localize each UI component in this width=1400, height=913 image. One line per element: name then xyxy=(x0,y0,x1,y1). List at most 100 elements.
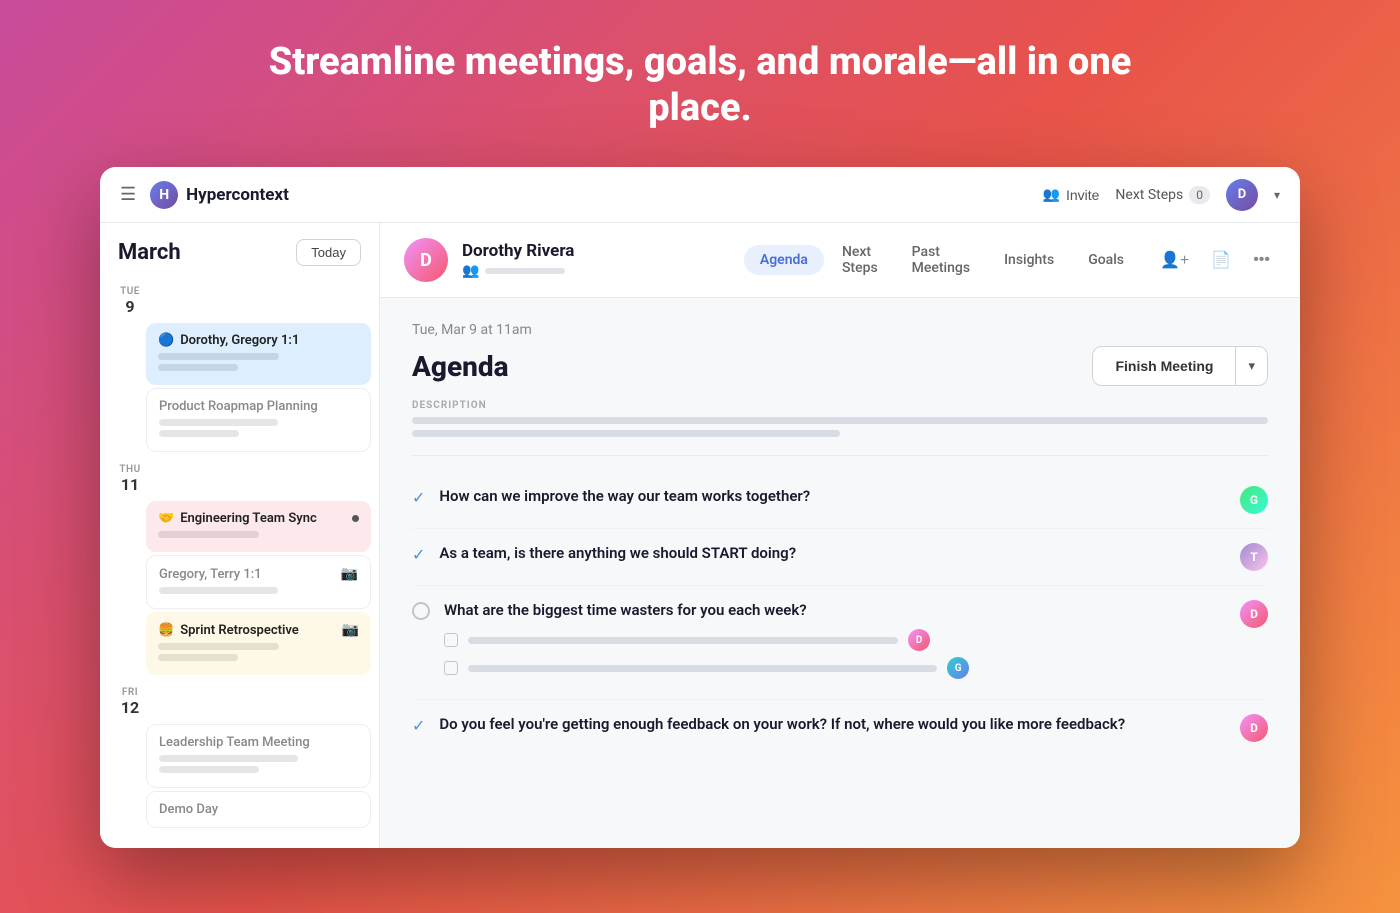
meeting-card-sprint-retro[interactable]: 🍔 Sprint Retrospective 📷 xyxy=(146,612,371,675)
day-header-fri: FRI 12 xyxy=(108,679,371,721)
meeting-emoji: 🤝 xyxy=(158,511,174,526)
more-options-button[interactable]: ••• xyxy=(1247,245,1276,275)
day-number-thu: 11 xyxy=(121,475,139,494)
day-header-thu: THU 11 xyxy=(108,456,371,498)
add-person-button[interactable]: 👤+ xyxy=(1154,244,1195,276)
tab-past-meetings[interactable]: Past Meetings xyxy=(896,237,986,283)
app-window: ☰ H Hypercontext 👥 Invite Next Steps 0 D… xyxy=(100,167,1300,848)
circle-icon-3 xyxy=(412,602,430,620)
sub-skeleton-1 xyxy=(468,637,898,644)
agenda-title: Agenda xyxy=(412,350,509,383)
sidebar: March Today TUE 9 🔵 Dorothy, xyxy=(100,223,380,848)
hamburger-icon[interactable]: ☰ xyxy=(120,184,136,205)
meeting-card-leadership[interactable]: Leadership Team Meeting xyxy=(146,724,371,788)
meeting-avatar: D xyxy=(404,238,448,282)
meeting-card-demo-day[interactable]: Demo Day xyxy=(146,791,371,828)
next-steps-nav[interactable]: Next Steps 0 xyxy=(1115,186,1210,204)
day-number-fri: 12 xyxy=(121,698,139,717)
people-icon: 👥 xyxy=(462,263,479,279)
meeting-person-sub: 👥 xyxy=(462,263,730,279)
sidebar-header: March Today xyxy=(100,223,379,278)
checkbox-1[interactable] xyxy=(444,633,458,647)
video-icon: 📷 xyxy=(342,622,359,638)
user-avatar-nav[interactable]: D xyxy=(1226,179,1258,211)
agenda-question-4[interactable]: Do you feel you're getting enough feedba… xyxy=(439,714,1226,735)
item-avatar-1: G xyxy=(1240,486,1268,514)
next-steps-badge: 0 xyxy=(1189,186,1210,204)
day-header-tue: TUE 9 xyxy=(108,278,371,320)
day-group-fri: FRI 12 Leadership Team Meeting xyxy=(108,679,371,828)
desc-skeleton-2 xyxy=(412,430,840,437)
finish-meeting-button[interactable]: Finish Meeting xyxy=(1093,348,1235,384)
day-name-tue: TUE xyxy=(120,286,140,297)
meeting-emoji: 🔵 xyxy=(158,333,174,348)
check-icon-4: ✓ xyxy=(412,716,425,735)
check-icon-1: ✓ xyxy=(412,488,425,507)
agenda-item-text-1: How can we improve the way our team work… xyxy=(439,486,1226,507)
agenda-sub-items: D G xyxy=(444,629,1226,679)
sub-skeleton-2 xyxy=(468,665,937,672)
meeting-title: 🔵 Dorothy, Gregory 1:1 xyxy=(158,333,359,348)
invite-button[interactable]: 👥 Invite xyxy=(1043,186,1100,203)
calendar-items: TUE 9 🔵 Dorothy, Gregory 1:1 xyxy=(100,278,379,848)
description-section: DESCRIPTION xyxy=(412,400,1268,437)
check-icon-2: ✓ xyxy=(412,545,425,564)
logo-icon: H xyxy=(150,181,178,209)
tab-actions: 👤+ 📄 ••• xyxy=(1154,244,1276,276)
tab-agenda[interactable]: Agenda xyxy=(744,245,824,275)
meeting-title: Gregory, Terry 1:1 📷 xyxy=(159,566,358,582)
agenda-item-2: ✓ As a team, is there anything we should… xyxy=(412,529,1268,586)
logo-area: H Hypercontext xyxy=(150,181,289,209)
agenda-question-3[interactable]: What are the biggest time wasters for yo… xyxy=(444,600,1226,621)
meeting-title: 🤝 Engineering Team Sync xyxy=(158,511,359,526)
agenda-question-1[interactable]: How can we improve the way our team work… xyxy=(439,486,1226,507)
meeting-dot xyxy=(352,515,359,522)
item-avatar-3: D xyxy=(1240,600,1268,628)
day-number-tue: 9 xyxy=(125,297,134,316)
meeting-person-name: Dorothy Rivera xyxy=(462,241,730,261)
tab-goals[interactable]: Goals xyxy=(1072,245,1140,275)
tab-next-steps[interactable]: Next Steps xyxy=(826,237,894,283)
checkbox-2[interactable] xyxy=(444,661,458,675)
day-group-thu: THU 11 🤝 Engineering Team Sync xyxy=(108,456,371,675)
meeting-skeleton xyxy=(158,531,359,538)
video-icon: 📷 xyxy=(341,566,358,582)
agenda-item-text-4: Do you feel you're getting enough feedba… xyxy=(439,714,1226,735)
description-label: DESCRIPTION xyxy=(412,400,1268,411)
main-panel: D Dorothy Rivera 👥 Agenda Next Steps Pas… xyxy=(380,223,1300,848)
sub-item-1: D xyxy=(444,629,1226,651)
meeting-skeleton xyxy=(159,755,358,773)
month-label: March xyxy=(118,240,181,265)
agenda-item-3: What are the biggest time wasters for yo… xyxy=(412,586,1268,700)
day-info-thu: THU 11 xyxy=(116,464,144,494)
hero-title: Streamline meetings, goals, and morale—a… xyxy=(250,40,1150,131)
section-divider xyxy=(412,455,1268,456)
chevron-down-icon[interactable]: ▾ xyxy=(1274,188,1280,202)
sub-item-2: G xyxy=(444,657,1226,679)
meeting-card-dorothy-gregory[interactable]: 🔵 Dorothy, Gregory 1:1 xyxy=(146,323,371,385)
top-nav: ☰ H Hypercontext 👥 Invite Next Steps 0 D… xyxy=(100,167,1300,223)
meeting-skeleton xyxy=(158,643,359,661)
sub-avatar-1: D xyxy=(908,629,930,651)
agenda-item-1: ✓ How can we improve the way our team wo… xyxy=(412,472,1268,529)
meeting-title: Demo Day xyxy=(159,802,358,817)
day-info-tue: TUE 9 xyxy=(116,286,144,316)
tab-insights[interactable]: Insights xyxy=(988,245,1070,275)
meeting-skeleton xyxy=(159,419,358,437)
content-area: Tue, Mar 9 at 11am Agenda Finish Meeting… xyxy=(380,298,1300,848)
meeting-title: Leadership Team Meeting xyxy=(159,735,358,750)
today-button[interactable]: Today xyxy=(296,239,361,266)
sub-avatar-2: G xyxy=(947,657,969,679)
agenda-question-2[interactable]: As a team, is there anything we should S… xyxy=(439,543,1226,564)
finish-meeting-btn-group: Finish Meeting ▾ xyxy=(1092,346,1268,386)
meeting-card-engineering-sync[interactable]: 🤝 Engineering Team Sync xyxy=(146,501,371,552)
tab-bar: Agenda Next Steps Past Meetings Insights… xyxy=(744,237,1140,283)
agenda-item-text-3: What are the biggest time wasters for yo… xyxy=(444,600,1226,685)
brand-name: Hypercontext xyxy=(186,185,289,205)
meeting-card-gregory-terry[interactable]: Gregory, Terry 1:1 📷 xyxy=(146,555,371,609)
finish-meeting-dropdown-button[interactable]: ▾ xyxy=(1236,348,1267,384)
document-button[interactable]: 📄 xyxy=(1205,244,1237,276)
day-info-fri: FRI 12 xyxy=(116,687,144,717)
meeting-card-product-roadmap[interactable]: Product Roapmap Planning xyxy=(146,388,371,452)
desc-skeleton-1 xyxy=(412,417,1268,424)
